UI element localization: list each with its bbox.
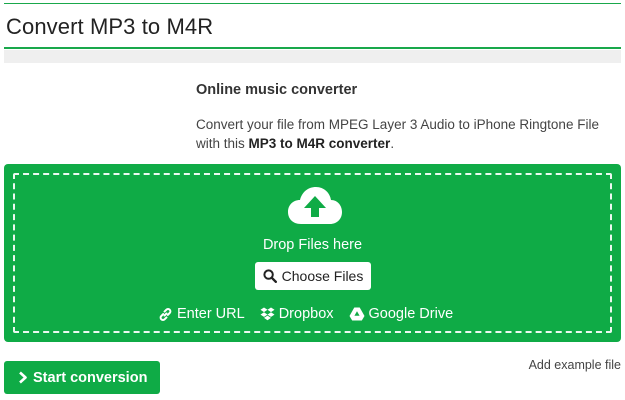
chevron-right-icon xyxy=(18,371,28,384)
upload-sources: Enter URL Dropbox Google Drive xyxy=(158,304,453,324)
google-drive-icon xyxy=(349,307,365,321)
upload-dropzone[interactable]: Drop Files here Choose Files Enter URL D… xyxy=(4,164,621,342)
enter-url-link[interactable]: Enter URL xyxy=(158,306,245,322)
intro-description: Convert your file from MPEG Layer 3 Audi… xyxy=(196,115,616,153)
intro-text-end: . xyxy=(390,136,395,151)
google-drive-link[interactable]: Google Drive xyxy=(349,306,454,322)
title-divider xyxy=(4,47,621,49)
search-icon xyxy=(263,269,277,283)
dropbox-label: Dropbox xyxy=(278,306,334,322)
intro-heading: Online music converter xyxy=(196,82,358,98)
start-conversion-button[interactable]: Start conversion xyxy=(4,361,160,394)
drop-files-label: Drop Files here xyxy=(262,237,363,253)
enter-url-label: Enter URL xyxy=(177,306,245,322)
add-example-file-link[interactable]: Add example file xyxy=(529,358,621,372)
top-accent-line xyxy=(4,3,621,4)
start-conversion-label: Start conversion xyxy=(33,369,148,386)
gray-band xyxy=(4,50,621,63)
link-icon xyxy=(158,307,173,322)
intro-text-bold: MP3 to M4R converter xyxy=(248,136,391,151)
intro-section: Online music converter Convert your file… xyxy=(196,82,616,153)
dropbox-link[interactable]: Dropbox xyxy=(260,306,334,322)
choose-files-button[interactable]: Choose Files xyxy=(255,262,371,290)
cloud-upload-icon xyxy=(287,186,343,226)
dropbox-icon xyxy=(260,307,275,321)
choose-files-label: Choose Files xyxy=(281,268,364,284)
google-drive-label: Google Drive xyxy=(368,306,454,322)
page-title: Convert MP3 to M4R xyxy=(6,14,214,39)
